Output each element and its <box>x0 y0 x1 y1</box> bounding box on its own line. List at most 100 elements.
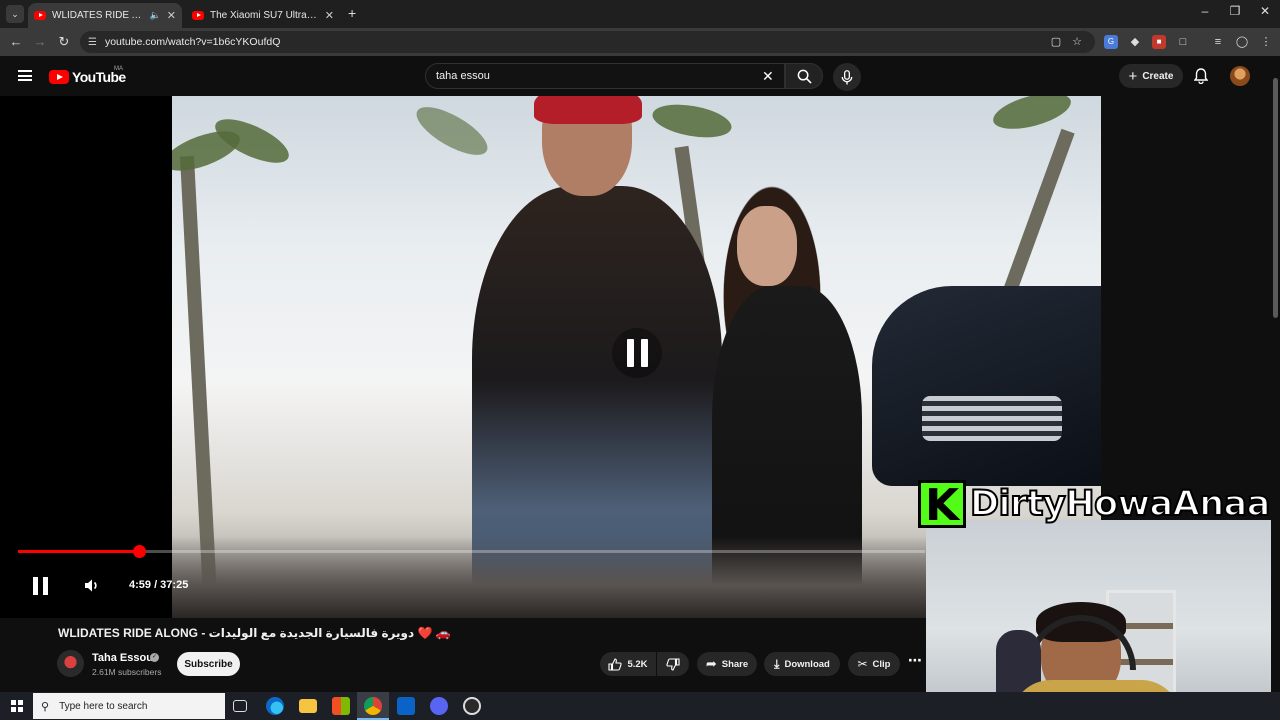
search-input[interactable]: taha essou <box>425 63 785 89</box>
reading-list-icon[interactable]: ≡ <box>1211 35 1225 49</box>
tab-wlidates[interactable]: WLIDATES RIDE ALONG - د 🔈 ✕ <box>28 3 182 28</box>
minimize-icon[interactable]: – <box>1190 4 1220 18</box>
thumbs-down-icon <box>666 657 680 671</box>
tab-xiaomi[interactable]: The Xiaomi SU7 Ultra will END ✕ <box>186 3 340 28</box>
create-button[interactable]: + Create <box>1119 64 1183 88</box>
video-title: WLIDATES RIDE ALONG - دويرة فالسيارة الج… <box>58 626 451 640</box>
restore-icon[interactable]: ❐ <box>1220 4 1250 18</box>
share-button[interactable]: ➦ Share <box>697 652 757 676</box>
chrome-menu-icon[interactable]: ⋮ <box>1259 35 1273 49</box>
notifications-bell-icon[interactable] <box>1193 68 1209 89</box>
clip-button[interactable]: ✂ Clip <box>848 652 900 676</box>
streamer-name-banner: DirtyHowaAnaa <box>918 480 1271 531</box>
plus-icon: + <box>1128 67 1138 85</box>
speaker-icon[interactable]: 🔈 <box>150 10 161 21</box>
account-avatar[interactable] <box>1230 66 1250 86</box>
kick-logo-icon <box>918 480 966 531</box>
tab-search-button[interactable]: ⌄ <box>6 5 24 23</box>
clear-search-icon[interactable]: ✕ <box>762 68 774 85</box>
diamond-extension-icon[interactable]: ◆ <box>1128 35 1142 49</box>
red-cap <box>534 96 642 124</box>
scrollbar-thumb[interactable] <box>1273 78 1278 318</box>
voice-search-button[interactable] <box>833 63 861 91</box>
taskbar-search-icon: ⚲ <box>41 700 50 713</box>
tab-title: The Xiaomi SU7 Ultra will END <box>210 10 319 21</box>
discord-icon[interactable] <box>430 697 448 715</box>
close-tab-icon[interactable]: ✕ <box>167 9 176 22</box>
dislike-button[interactable] <box>657 652 689 676</box>
scrubber-handle[interactable] <box>132 545 146 558</box>
more-actions-icon[interactable]: ⋯ <box>908 652 922 669</box>
car-grille <box>922 396 1062 441</box>
channel-avatar[interactable] <box>57 650 84 677</box>
download-icon: ⤓ <box>774 656 780 671</box>
file-explorer-icon[interactable] <box>299 699 317 713</box>
like-count: 5.2K <box>627 658 648 670</box>
download-button[interactable]: ⤓ Download <box>764 652 840 676</box>
country-code: MA <box>114 66 123 72</box>
scissors-icon: ✂ <box>857 657 868 671</box>
close-tab-icon[interactable]: ✕ <box>325 9 334 22</box>
red-extension-icon[interactable]: ■ <box>1152 35 1166 49</box>
menu-icon[interactable] <box>18 70 32 81</box>
time-display: 4:59 / 37:25 <box>129 579 189 591</box>
palm-trunk <box>1003 128 1075 294</box>
youtube-header: YouTube MA taha essou ✕ + Create <box>0 56 1280 96</box>
forward-arrow-icon[interactable]: → <box>31 34 49 49</box>
share-label: Share <box>721 658 749 670</box>
create-label: Create <box>1142 70 1174 82</box>
microphone-icon <box>841 69 853 85</box>
palm-frond <box>409 98 495 164</box>
new-tab-plus-icon[interactable]: + <box>348 5 356 21</box>
puzzle-extensions-icon[interactable]: □ <box>1176 35 1190 49</box>
volume-icon[interactable] <box>84 578 101 598</box>
youtube-favicon-icon <box>34 11 46 20</box>
progress-bar[interactable] <box>18 545 925 558</box>
search-button[interactable] <box>785 63 823 89</box>
profile-icon[interactable]: ◯ <box>1235 35 1249 49</box>
bookmark-star-icon[interactable]: ☆ <box>1070 35 1084 49</box>
progress-fill <box>18 550 139 553</box>
windows-start-icon[interactable] <box>11 700 23 712</box>
car <box>872 286 1101 486</box>
windows-taskbar: ⚲ Type here to search <box>0 692 1280 720</box>
browser-toolbar: ← → ↻ ☰ youtube.com/watch?v=1b6cYKOufdQ … <box>0 28 1280 56</box>
task-view-icon[interactable] <box>233 700 247 712</box>
taskbar-search-placeholder: Type here to search <box>59 700 148 712</box>
youtube-play-icon <box>49 70 69 84</box>
channel-name[interactable]: Taha Essou <box>92 652 153 664</box>
subscriber-count: 2.61M subscribers <box>92 667 162 677</box>
reload-icon[interactable]: ↻ <box>55 34 73 50</box>
download-label: Download <box>784 658 830 670</box>
palm-frond <box>650 99 734 143</box>
video-player[interactable]: 4:59 / 37:25 <box>0 96 1101 618</box>
clip-label: Clip <box>872 658 891 670</box>
streamer-name: DirtyHowaAnaa <box>969 483 1271 525</box>
address-bar[interactable]: ☰ youtube.com/watch?v=1b6cYKOufdQ <box>80 31 1095 53</box>
webcam-overlay <box>926 520 1280 720</box>
url-text: youtube.com/watch?v=1b6cYKOufdQ <box>104 36 281 48</box>
page-scrollbar[interactable] <box>1271 60 1280 692</box>
share-arrow-icon: ➦ <box>705 656 717 671</box>
search-icon <box>797 69 812 84</box>
thumbs-up-icon <box>608 657 623 671</box>
search-query: taha essou <box>436 70 490 82</box>
center-pause-icon[interactable] <box>612 328 662 378</box>
edge-icon[interactable] <box>266 697 284 715</box>
store-icon[interactable] <box>332 697 350 715</box>
taskbar-search-input[interactable]: ⚲ Type here to search <box>33 693 225 719</box>
obs-icon[interactable] <box>463 697 481 715</box>
youtube-favicon-icon <box>192 11 204 20</box>
browser-tab-bar: ⌄ WLIDATES RIDE ALONG - د 🔈 ✕ The Xiaomi… <box>0 0 1280 28</box>
pause-button[interactable] <box>33 577 49 595</box>
back-arrow-icon[interactable]: ← <box>7 34 25 49</box>
tab-title: WLIDATES RIDE ALONG - د <box>52 10 144 21</box>
install-app-icon[interactable]: ▢ <box>1049 35 1063 49</box>
close-window-icon[interactable]: ✕ <box>1250 4 1280 18</box>
like-button[interactable]: 5.2K <box>600 652 656 676</box>
site-info-icon[interactable]: ☰ <box>88 37 97 48</box>
translate-extension-icon[interactable]: G <box>1104 35 1118 49</box>
outlook-icon[interactable] <box>397 697 415 715</box>
subscribe-button[interactable]: Subscribe <box>177 652 240 676</box>
chrome-icon[interactable] <box>364 697 382 715</box>
